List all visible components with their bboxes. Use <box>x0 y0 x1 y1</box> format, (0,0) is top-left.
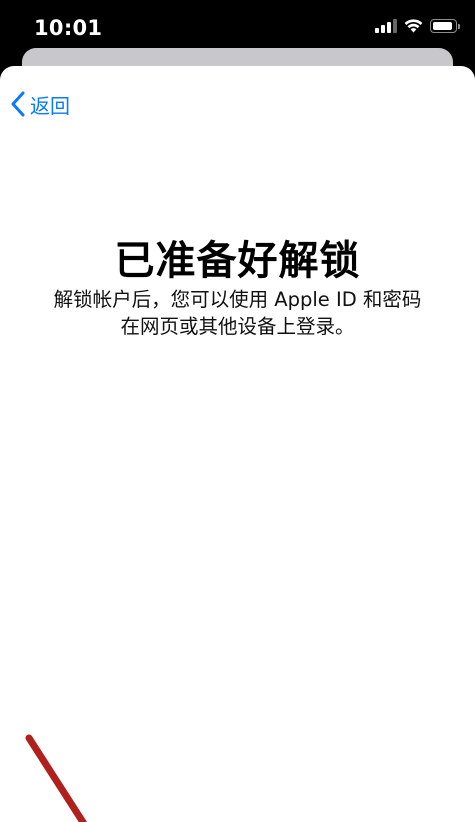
annotation-stroke <box>25 734 88 822</box>
phone-screen: 10:01 返回 已准备好解锁 解锁帐户后，您可以使用 Apple ID 和密码… <box>0 0 475 822</box>
